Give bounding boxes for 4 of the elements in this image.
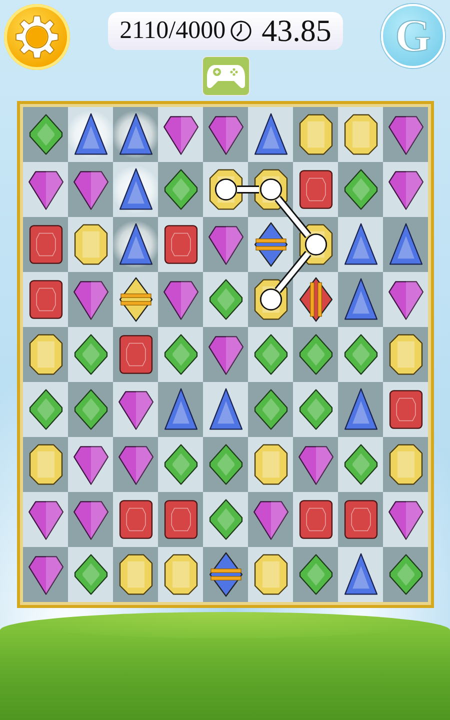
clock-icon xyxy=(230,20,252,42)
score-text: 2110/4000 xyxy=(120,17,226,45)
timer-text: 43.85 xyxy=(262,13,332,49)
profile-button[interactable]: G xyxy=(381,4,445,68)
